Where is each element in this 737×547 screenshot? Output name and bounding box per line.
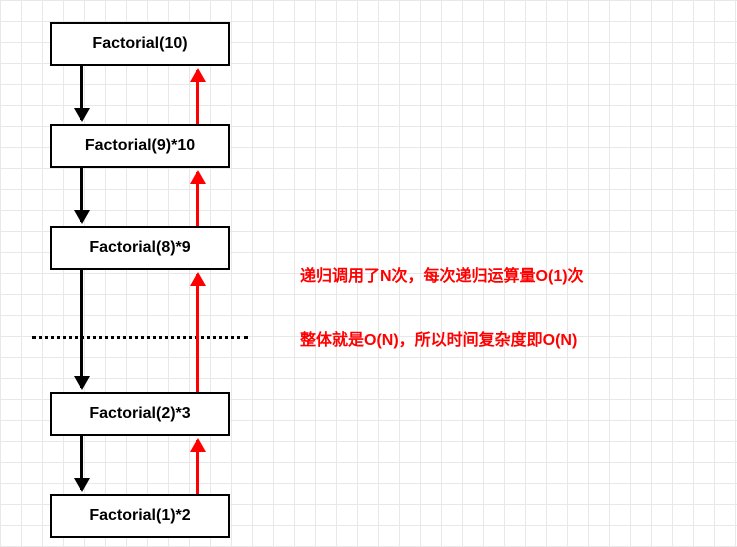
arrow-up-icon: [196, 70, 199, 124]
node-label: Factorial(8)*9: [89, 239, 190, 257]
annotation-line-2: 整体就是O(N)，所以时间复杂度即O(N): [300, 326, 577, 350]
arrow-up-icon: [196, 172, 199, 226]
diagram-node-factorial-8: Factorial(8)*9: [50, 226, 230, 270]
ellipsis-dots: [32, 336, 248, 339]
arrow-up-icon: [196, 274, 199, 392]
node-label: Factorial(2)*3: [89, 405, 190, 423]
arrow-down-icon: [80, 168, 83, 222]
node-label: Factorial(10): [92, 35, 187, 53]
arrow-down-icon: [80, 270, 83, 388]
arrow-down-icon: [80, 66, 83, 120]
annotation-line-1: 递归调用了N次，每次递归运算量O(1)次: [300, 262, 584, 286]
diagram-node-factorial-10: Factorial(10): [50, 22, 230, 66]
diagram-node-factorial-9: Factorial(9)*10: [50, 124, 230, 168]
arrow-up-icon: [196, 440, 199, 494]
arrow-down-icon: [80, 436, 83, 490]
node-label: Factorial(9)*10: [85, 137, 195, 155]
node-label: Factorial(1)*2: [89, 507, 190, 525]
diagram-node-factorial-1: Factorial(1)*2: [50, 494, 230, 538]
diagram-node-factorial-2: Factorial(2)*3: [50, 392, 230, 436]
